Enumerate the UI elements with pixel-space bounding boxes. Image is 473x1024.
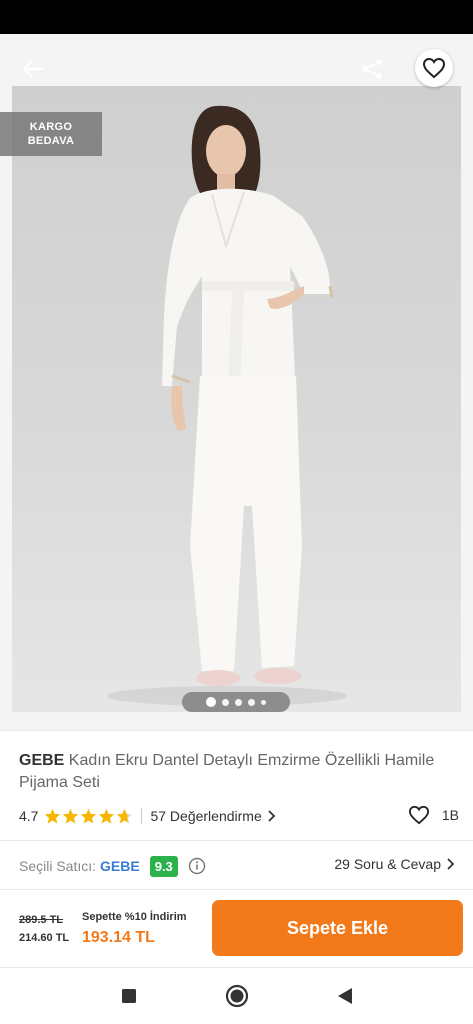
free-shipping-badge: KARGO BEDAVA [0,112,102,156]
model-illustration [107,105,347,706]
seller-score-badge: 9.3 [149,855,178,877]
price: 214.60 TL [19,932,70,944]
pagination-dot[interactable] [222,698,229,706]
star-icon [81,808,97,824]
divider [0,889,473,890]
divider [141,808,143,824]
old-price: 289.5 TL [19,914,64,926]
heart-outline-icon [422,57,446,79]
product-image[interactable] [12,86,461,712]
rating-row: 4.7 57 Değerlendirme 1B [19,805,459,827]
brand-name[interactable]: GEBE [19,752,64,769]
half-star-icon [117,808,133,824]
seller-label: Seçili Satıcı: [19,858,97,874]
gallery-pagination[interactable] [182,692,290,712]
arrow-left-icon [22,59,44,79]
seller-row: Seçili Satıcı: GEBE 9.3 29 Soru & Cevap [19,852,455,880]
divider [0,840,473,841]
product-name: Kadın Ekru Dantel Detaylı Emzirme Özelli… [19,752,435,791]
pagination-dot[interactable] [206,697,216,707]
share-icon [362,59,382,79]
triangle-back-icon [337,988,352,1004]
recent-apps-button[interactable] [114,981,144,1011]
product-detail-page: KARGO BEDAVA GEBE Kadın Ekru Dantel Deta… [0,0,473,1024]
pagination-dot[interactable] [248,698,255,706]
favorite-button[interactable] [415,49,453,87]
system-back-button[interactable] [330,981,360,1011]
system-nav-bar [0,968,473,1024]
star-rating [44,808,133,824]
reviews-label: 57 Değerlendirme [150,808,262,824]
questions-answers-link[interactable]: 29 Soru & Cevap [334,856,455,872]
share-button[interactable] [356,54,388,84]
final-price: 193.14 TL [82,929,155,946]
favorite-count-value: 1B [441,807,459,823]
pagination-dot[interactable] [261,699,266,705]
rating-value: 4.7 [19,808,39,824]
star-icon [63,808,79,824]
add-to-cart-button[interactable]: Sepete Ekle [212,900,463,956]
status-bar [0,0,473,34]
info-icon [188,857,205,875]
square-icon [121,989,136,1003]
product-gallery[interactable]: KARGO BEDAVA [0,34,473,730]
badge-line1: KARGO [29,121,73,133]
back-button[interactable] [16,54,50,84]
home-circle-icon [225,984,248,1008]
pagination-dot[interactable] [235,698,242,706]
favorite-count[interactable]: 1B [408,805,459,825]
discount-label: Sepette %10 İndirim [82,911,187,923]
info-button[interactable] [188,857,206,875]
star-icon [99,808,115,824]
heart-outline-icon [408,805,429,825]
product-title: GEBE Kadın Ekru Dantel Detaylı Emzirme Ö… [19,750,459,794]
home-button[interactable] [222,981,252,1011]
star-icon [45,808,61,824]
chevron-right-icon [447,858,455,870]
badge-line2: BEDAVA [27,135,75,147]
divider [0,730,473,731]
price-bar: 289.5 TL 214.60 TL Sepette %10 İndirim 1… [0,894,473,966]
chevron-right-icon [268,810,276,822]
reviews-link[interactable]: 57 Değerlendirme [150,808,276,824]
seller-name-link[interactable]: GEBE [100,858,140,874]
qa-label: 29 Soru & Cevap [334,856,441,872]
